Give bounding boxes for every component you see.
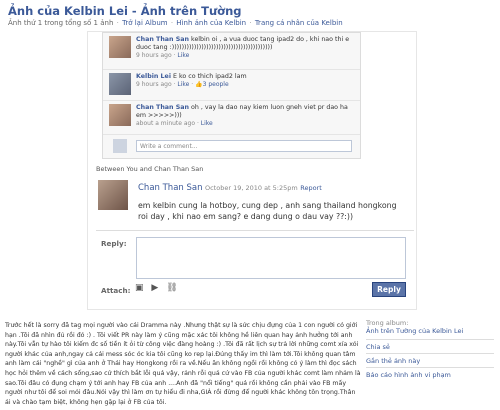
- sender-name[interactable]: Chan Than San: [138, 183, 203, 193]
- like-link[interactable]: Like: [177, 52, 189, 59]
- like-link[interactable]: Like: [201, 120, 213, 127]
- reply-button[interactable]: Reply: [372, 282, 406, 297]
- avatar[interactable]: [109, 73, 131, 95]
- photo-icon[interactable]: ▣: [135, 283, 144, 293]
- share-link[interactable]: Chia sẻ: [366, 339, 494, 353]
- thumbs-up-icon: 👍: [195, 81, 203, 88]
- post-author[interactable]: Chan Than San: [136, 104, 189, 111]
- wall-thread: Chan Than San kelbin oi , a vua duoc tan…: [102, 32, 361, 159]
- avatar[interactable]: [109, 36, 131, 58]
- tag-photo-link[interactable]: Gắn thẻ ảnh này: [366, 353, 494, 367]
- post-author[interactable]: Chan Than San: [136, 36, 189, 43]
- link-icon[interactable]: ⛓: [166, 283, 177, 293]
- post-text: E ko co thich ipad2 lam: [173, 73, 247, 80]
- wall-post: Chan Than San oh , vay la dao nay kiem l…: [103, 101, 360, 135]
- separator: ·: [116, 19, 119, 27]
- wall-post: Kelbin Lei E ko co thich ipad2 lam 9 hou…: [103, 70, 360, 101]
- page-title: Ảnh của Kelbin Lei - Ảnh trên Tường: [8, 4, 242, 18]
- photo-screenshot[interactable]: Chan Than San kelbin oi , a vua duoc tan…: [87, 31, 417, 310]
- message-body: em kelbin cung la hotboy, cung dep , anh…: [138, 201, 397, 221]
- conversation-header: Between You and Chan Than San: [96, 165, 204, 173]
- separator: ·: [249, 19, 252, 27]
- photo-description: Trước hết là sorry đã tag mọi người vào …: [5, 322, 361, 406]
- photo-sidebar: Trong album: Ảnh trên Tường của Kelbin L…: [366, 319, 494, 381]
- video-icon[interactable]: ▶: [151, 283, 158, 293]
- report-link[interactable]: Report: [300, 184, 322, 192]
- likes-count[interactable]: 3 people: [203, 81, 229, 88]
- message-header: Chan Than San October 19, 2010 at 5:25pm…: [138, 183, 322, 193]
- sender-avatar[interactable]: [98, 180, 128, 210]
- back-to-album-link[interactable]: Trở lại Album: [122, 19, 167, 27]
- separator: ·: [170, 19, 174, 27]
- wall-post: Chan Than San kelbin oi , a vua duoc tan…: [103, 33, 360, 70]
- avatar: [113, 139, 127, 153]
- attach-label: Attach:: [101, 286, 131, 295]
- post-author[interactable]: Kelbin Lei: [136, 73, 171, 80]
- reply-label: Reply:: [101, 239, 127, 248]
- post-time: about a minute ago: [136, 120, 196, 127]
- post-time: 9 hours ago: [136, 81, 172, 88]
- message-time: October 19, 2010 at 5:25pm: [204, 184, 298, 192]
- reply-textarea[interactable]: [136, 237, 406, 279]
- photo-subnav: Ảnh thứ 1 trong tổng số 1 ảnh · Trở lại …: [8, 19, 343, 27]
- photo-position: Ảnh thứ 1 trong tổng số 1 ảnh: [8, 19, 114, 27]
- post-time: 9 hours ago: [136, 52, 172, 59]
- photos-of-user-link[interactable]: Hình ảnh của Kelbin: [176, 19, 246, 27]
- divider: [96, 230, 414, 231]
- like-link[interactable]: Like: [177, 81, 189, 88]
- album-link[interactable]: Ảnh trên Tường của Kelbin Lei: [366, 327, 494, 335]
- profile-link[interactable]: Trang cá nhân của Kelbin: [255, 19, 343, 27]
- report-photo-link[interactable]: Báo cáo hình ảnh vi phạm: [366, 367, 494, 381]
- comment-input[interactable]: Write a comment...: [136, 140, 352, 152]
- sidebar-heading: Trong album:: [366, 319, 409, 327]
- avatar[interactable]: [109, 104, 131, 126]
- attach-icons: ▣ ▶ ⛓: [135, 283, 183, 293]
